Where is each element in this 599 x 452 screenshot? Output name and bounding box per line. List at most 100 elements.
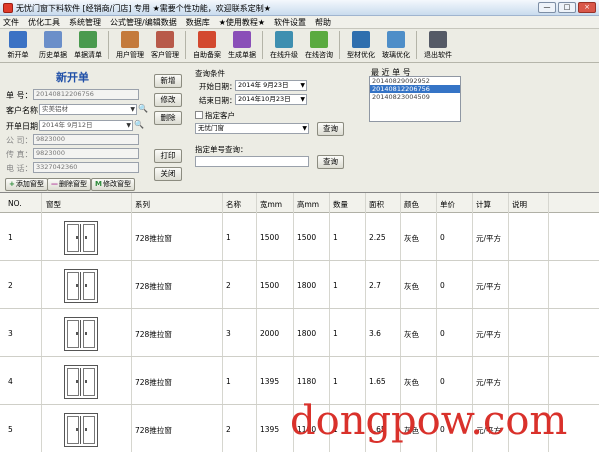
add-window-type-label: 添加窗型 [15,180,44,188]
date-search-icon[interactable]: 🔍 [134,120,144,130]
cell-width: 1395 [260,377,280,386]
table-row[interactable]: 3 728推拉窗 3 2000 1800 1 3.6 灰色 0 元/平方 [0,309,599,357]
toolbar: 新开单 历史单据 单据清单 用户管理 客户管理 自助备案 生成单据 在线升级 在… [0,29,599,63]
customer-search-icon[interactable]: 🔍 [138,104,148,114]
site-watermark: dongpow.com [290,398,568,444]
online-chat-button[interactable]: 在线咨询 [304,31,334,60]
online-chat-label: 在线咨询 [305,51,333,59]
profile-optimize-button[interactable]: 型材优化 [346,31,376,60]
cell-height: 1800 [297,329,317,338]
user-management-label: 用户管理 [116,51,144,59]
cell-series: 728推拉窗 [135,426,172,435]
close-button[interactable]: × [578,2,596,13]
query-title: 查询条件 [195,69,225,78]
delete-window-type-button[interactable]: —删除窗型 [47,178,91,191]
user-management-button[interactable]: 用户管理 [115,31,145,60]
cell-no: 4 [8,377,13,386]
add-icon: + [9,180,15,188]
exit-button[interactable]: 退出软件 [423,31,453,60]
order-query-label: 指定单号查询： [195,145,248,154]
title-bar: 无忧门窗下料软件 [经销商/门店] 专用 ★需要个性功能，欢迎联系定制★ — □… [0,0,599,16]
glass-optimize-button[interactable]: 玻璃优化 [381,31,411,60]
customer-filter-checkbox[interactable] [195,111,203,119]
table-header: NO. 窗型 系列 名称 宽mm 高mm 数量 面积 颜色 单价 计算 说明 [0,193,599,213]
customer-filter-select[interactable]: 无忧门窗 [195,123,309,134]
add-button[interactable]: 新增 [154,74,182,88]
recent-orders-list[interactable]: 20140829092952 20140812206756 2014082300… [369,76,461,122]
cell-color: 灰色 [404,234,419,243]
cell-calc: 元/平方 [476,330,502,339]
order-form-panel: 新开单 单 号： 20140812206756 客户名称： 实美铝材 🔍 开单日… [0,63,599,192]
list-item[interactable]: 20140829092952 [370,77,460,85]
generate-order-button[interactable]: 生成单据 [227,31,257,60]
col-calc: 计算 [476,200,491,209]
sliding-window-diagram [64,413,98,447]
start-date-picker[interactable]: 2014年 9月23日 [235,80,307,91]
toolbar-separator [185,31,186,59]
maximize-button[interactable]: □ [558,2,576,13]
order-query-input[interactable] [195,156,309,167]
order-list-button[interactable]: 单据清单 [73,31,103,60]
order-date-picker[interactable]: 2014年 9月12日 [39,120,133,131]
menu-help[interactable]: 帮助 [315,17,331,28]
cell-area: 2.25 [369,233,386,242]
add-window-type-button[interactable]: +添加窗型 [5,178,48,191]
table-row[interactable]: 2 728推拉窗 2 1500 1800 1 2.7 灰色 0 元/平方 [0,261,599,309]
customer-select[interactable]: 实美铝材 [39,104,137,115]
order-query-button[interactable]: 查询 [317,155,344,169]
window-title: 无忧门窗下料软件 [经销商/门店] 专用 ★需要个性功能，欢迎联系定制★ [16,4,271,13]
edit-button[interactable]: 修改 [154,93,182,107]
customer-filter-label: 指定客户 [205,111,235,120]
sliding-window-diagram [64,317,98,351]
app-icon [3,3,13,13]
cell-name: 3 [226,329,231,338]
col-area: 面积 [369,200,384,209]
self-archive-label: 自助备案 [193,51,221,59]
cell-series: 728推拉窗 [135,378,172,387]
menu-tutorial[interactable]: ★使用教程★ [219,17,265,28]
list-item[interactable]: 20140823004509 [370,93,460,101]
minimize-button[interactable]: — [538,2,556,13]
col-unit-price: 单价 [440,200,455,209]
sliding-window-diagram [64,269,98,303]
end-date-picker[interactable]: 2014年10月23日 [235,94,307,105]
cell-color: 灰色 [404,330,419,339]
col-height: 高mm [297,200,320,209]
menu-bar: 文件 优化工具 系统管理 公式管理/编辑数据 数据库 ★使用教程★ 软件设置 帮… [0,16,599,29]
cell-width: 1395 [260,425,280,434]
upgrade-icon [275,31,293,48]
query-section: 查询条件 开始日期： 2014年 9月23日 结束日期： 2014年10月23日… [193,67,355,169]
delete-button[interactable]: 删除 [154,111,182,125]
online-upgrade-button[interactable]: 在线升级 [269,31,299,60]
list-item[interactable]: 20140812206756 [370,85,460,93]
menu-file[interactable]: 文件 [3,17,19,28]
history-button[interactable]: 历史单据 [38,31,68,60]
sliding-window-diagram [64,365,98,399]
history-label: 历史单据 [39,51,67,59]
phone-label: 电 话： [6,164,33,173]
end-date-label: 结束日期： [199,96,237,105]
menu-settings[interactable]: 软件设置 [274,17,306,28]
toolbar-separator [416,31,417,59]
menu-database[interactable]: 数据库 [186,17,210,28]
query-button[interactable]: 查询 [317,122,344,136]
archive-icon [198,31,216,48]
users-icon [121,31,139,48]
self-archive-button[interactable]: 自助备案 [192,31,222,60]
cell-name: 2 [226,281,231,290]
sliding-window-diagram [64,221,98,255]
print-button[interactable]: 打印 [154,149,182,163]
cell-quantity: 1 [333,281,338,290]
new-order-button[interactable]: 新开单 [3,31,33,60]
customer-management-button[interactable]: 客户管理 [150,31,180,60]
modify-window-type-button[interactable]: M修改窗型 [91,178,135,191]
cell-calc: 元/平方 [476,378,502,387]
form-heading: 新开单 [56,71,89,84]
menu-formula[interactable]: 公式管理/编辑数据 [110,17,177,28]
menu-optimize-tools[interactable]: 优化工具 [28,17,60,28]
close-form-button[interactable]: 关闭 [154,167,182,181]
col-width: 宽mm [260,200,283,209]
menu-system[interactable]: 系统管理 [69,17,101,28]
table-row[interactable]: 1 728推拉窗 1 1500 1500 1 2.25 灰色 0 元/平方 [0,213,599,261]
cell-no: 2 [8,281,13,290]
